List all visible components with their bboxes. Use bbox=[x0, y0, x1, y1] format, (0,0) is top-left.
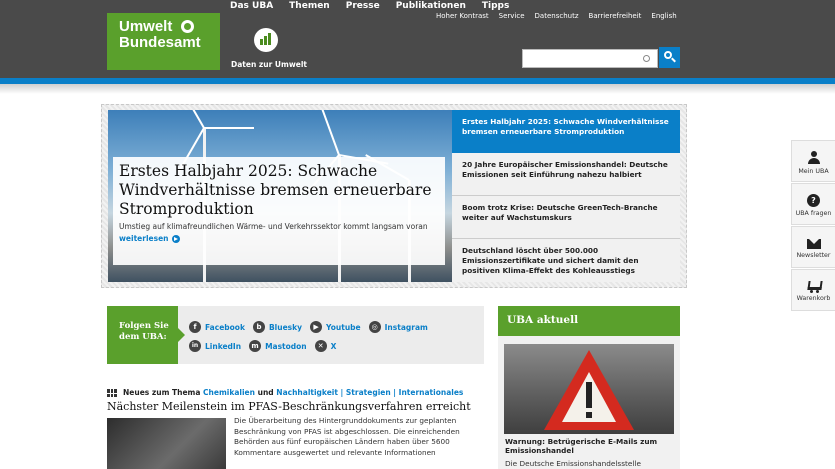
hero-read-more-label: weiterlesen bbox=[119, 234, 169, 243]
search-clear-icon bbox=[643, 55, 650, 62]
newsletter-button[interactable]: Newsletter bbox=[791, 226, 835, 268]
meta-english[interactable]: English bbox=[651, 11, 676, 23]
logo-line-2: Bundesamt bbox=[119, 34, 201, 51]
social-row-2: in LinkedIn m Mastodon ✕ X bbox=[189, 340, 336, 352]
linkedin-link[interactable]: in LinkedIn bbox=[189, 340, 241, 352]
search-input[interactable] bbox=[522, 49, 658, 68]
nav-das-uba[interactable]: Das UBA bbox=[230, 0, 273, 14]
bluesky-icon: b bbox=[252, 321, 265, 333]
uba-aktuell-heading: UBA aktuell bbox=[498, 306, 680, 336]
mastodon-label: Mastodon bbox=[265, 341, 307, 351]
x-label: X bbox=[330, 341, 337, 351]
mein-uba-label: Mein UBA bbox=[798, 168, 829, 175]
social-follow-box: Folgen Sie dem UBA: f Facebook b Bluesky… bbox=[107, 306, 484, 364]
grid-icon bbox=[107, 389, 117, 397]
linkedin-icon: in bbox=[189, 340, 201, 352]
bluesky-label: Bluesky bbox=[268, 322, 303, 332]
warenkorb-button[interactable]: Warenkorb bbox=[791, 269, 835, 311]
logo-line-1: Umwelt bbox=[119, 18, 173, 35]
x-link[interactable]: ✕ X bbox=[314, 340, 337, 352]
uba-logo[interactable]: Umwelt Bundesamt bbox=[107, 13, 220, 70]
news-kicker: Neues zum Thema Chemikalien und Nachhalt… bbox=[123, 388, 463, 397]
instagram-label: Instagram bbox=[384, 322, 428, 332]
arrow-right-icon bbox=[171, 234, 180, 243]
meta-barrierefreiheit[interactable]: Barrierefreiheit bbox=[589, 11, 642, 23]
x-icon: ✕ bbox=[314, 340, 327, 352]
facebook-icon: f bbox=[189, 321, 201, 333]
hero-list-item[interactable]: Deutschland löscht über 500.000 Emission… bbox=[452, 239, 680, 282]
kicker-and: und bbox=[257, 388, 274, 397]
hero-list-item[interactable]: Boom trotz Krise: Deutsche GreenTech-Bra… bbox=[452, 196, 680, 239]
instagram-icon: ◎ bbox=[368, 321, 381, 333]
hero-subtitle: Umstieg auf klimafreundlichen Wärme- und… bbox=[119, 222, 428, 231]
meta-hoher-kontrast[interactable]: Hoher Kontrast bbox=[436, 11, 489, 23]
hero-list-item[interactable]: Erstes Halbjahr 2025: Schwache Windverhä… bbox=[452, 110, 680, 153]
bar-chart-icon[interactable] bbox=[254, 28, 278, 52]
nav-themen[interactable]: Themen bbox=[289, 0, 330, 14]
mastodon-icon: m bbox=[249, 340, 262, 352]
kicker-prefix: Neues zum Thema bbox=[123, 388, 201, 397]
header-shadow bbox=[0, 84, 835, 94]
site-header: Umwelt Bundesamt Das UBA Themen Presse P… bbox=[0, 0, 835, 78]
newsletter-label: Newsletter bbox=[796, 252, 831, 259]
hero-title[interactable]: Erstes Halbjahr 2025: Schwache Windverhä… bbox=[119, 162, 439, 219]
youtube-link[interactable]: ▶ Youtube bbox=[310, 321, 361, 333]
topic-link-nachhaltigkeit[interactable]: Nachhaltigkeit | Strategien | Internatio… bbox=[276, 388, 463, 397]
nav-presse[interactable]: Presse bbox=[346, 0, 380, 14]
cart-icon bbox=[807, 280, 821, 293]
meta-nav: Hoher Kontrast Service Datenschutz Barri… bbox=[436, 11, 677, 23]
instagram-link[interactable]: ◎ Instagram bbox=[368, 321, 428, 333]
hero-list-item[interactable]: 20 Jahre Europäischer Emissionshandel: D… bbox=[452, 153, 680, 196]
search-button[interactable] bbox=[659, 47, 680, 68]
warning-sign-image[interactable] bbox=[504, 344, 674, 434]
mastodon-link[interactable]: m Mastodon bbox=[249, 340, 307, 352]
right-service-bar: Mein UBA ? UBA fragen Newsletter Warenko… bbox=[791, 140, 835, 312]
uba-aktuell-title[interactable]: Warnung: Betrügerische E-Mails zum Emiss… bbox=[505, 437, 675, 455]
uba-fragen-button[interactable]: ? UBA fragen bbox=[791, 183, 835, 225]
facebook-label: Facebook bbox=[205, 322, 245, 332]
mail-icon bbox=[806, 239, 821, 249]
uba-aktuell-desc: Die Deutsche Emissionshandelsstelle bbox=[505, 459, 641, 468]
bluesky-link[interactable]: b Bluesky bbox=[252, 321, 303, 333]
follow-label: Folgen Sie dem UBA: bbox=[107, 306, 185, 364]
hero-news-list: Erstes Halbjahr 2025: Schwache Windverhä… bbox=[452, 110, 680, 282]
question-icon: ? bbox=[807, 194, 820, 207]
daten-zur-umwelt-link[interactable]: Daten zur Umwelt bbox=[231, 60, 307, 69]
news-image[interactable] bbox=[107, 418, 226, 469]
user-icon bbox=[807, 151, 821, 165]
social-row-1: f Facebook b Bluesky ▶ Youtube ◎ Instagr… bbox=[189, 321, 428, 333]
mein-uba-button[interactable]: Mein UBA bbox=[791, 140, 835, 182]
meta-service[interactable]: Service bbox=[499, 11, 525, 23]
youtube-label: Youtube bbox=[326, 322, 361, 332]
facebook-link[interactable]: f Facebook bbox=[189, 321, 245, 333]
meta-datenschutz[interactable]: Datenschutz bbox=[535, 11, 579, 23]
news-teaser-text: Die Überarbeitung des Hintergrunddokumen… bbox=[234, 416, 460, 457]
hero-read-more-link[interactable]: weiterlesen bbox=[119, 234, 439, 243]
leaf-icon bbox=[181, 20, 194, 33]
linkedin-label: LinkedIn bbox=[205, 341, 242, 351]
page: Umwelt Bundesamt Das UBA Themen Presse P… bbox=[0, 0, 835, 469]
news-title[interactable]: Nächster Meilenstein im PFAS-Beschränkun… bbox=[107, 400, 471, 413]
warenkorb-label: Warenkorb bbox=[796, 295, 831, 302]
topic-link-chemikalien[interactable]: Chemikalien bbox=[203, 388, 255, 397]
youtube-icon: ▶ bbox=[310, 321, 323, 333]
uba-fragen-label: UBA fragen bbox=[795, 210, 832, 217]
uba-aktuell-box: UBA aktuell Warnung: Betrügerische E-Mai… bbox=[498, 306, 680, 469]
hero-teaser-card: Erstes Halbjahr 2025: Schwache Windverhä… bbox=[113, 157, 445, 265]
